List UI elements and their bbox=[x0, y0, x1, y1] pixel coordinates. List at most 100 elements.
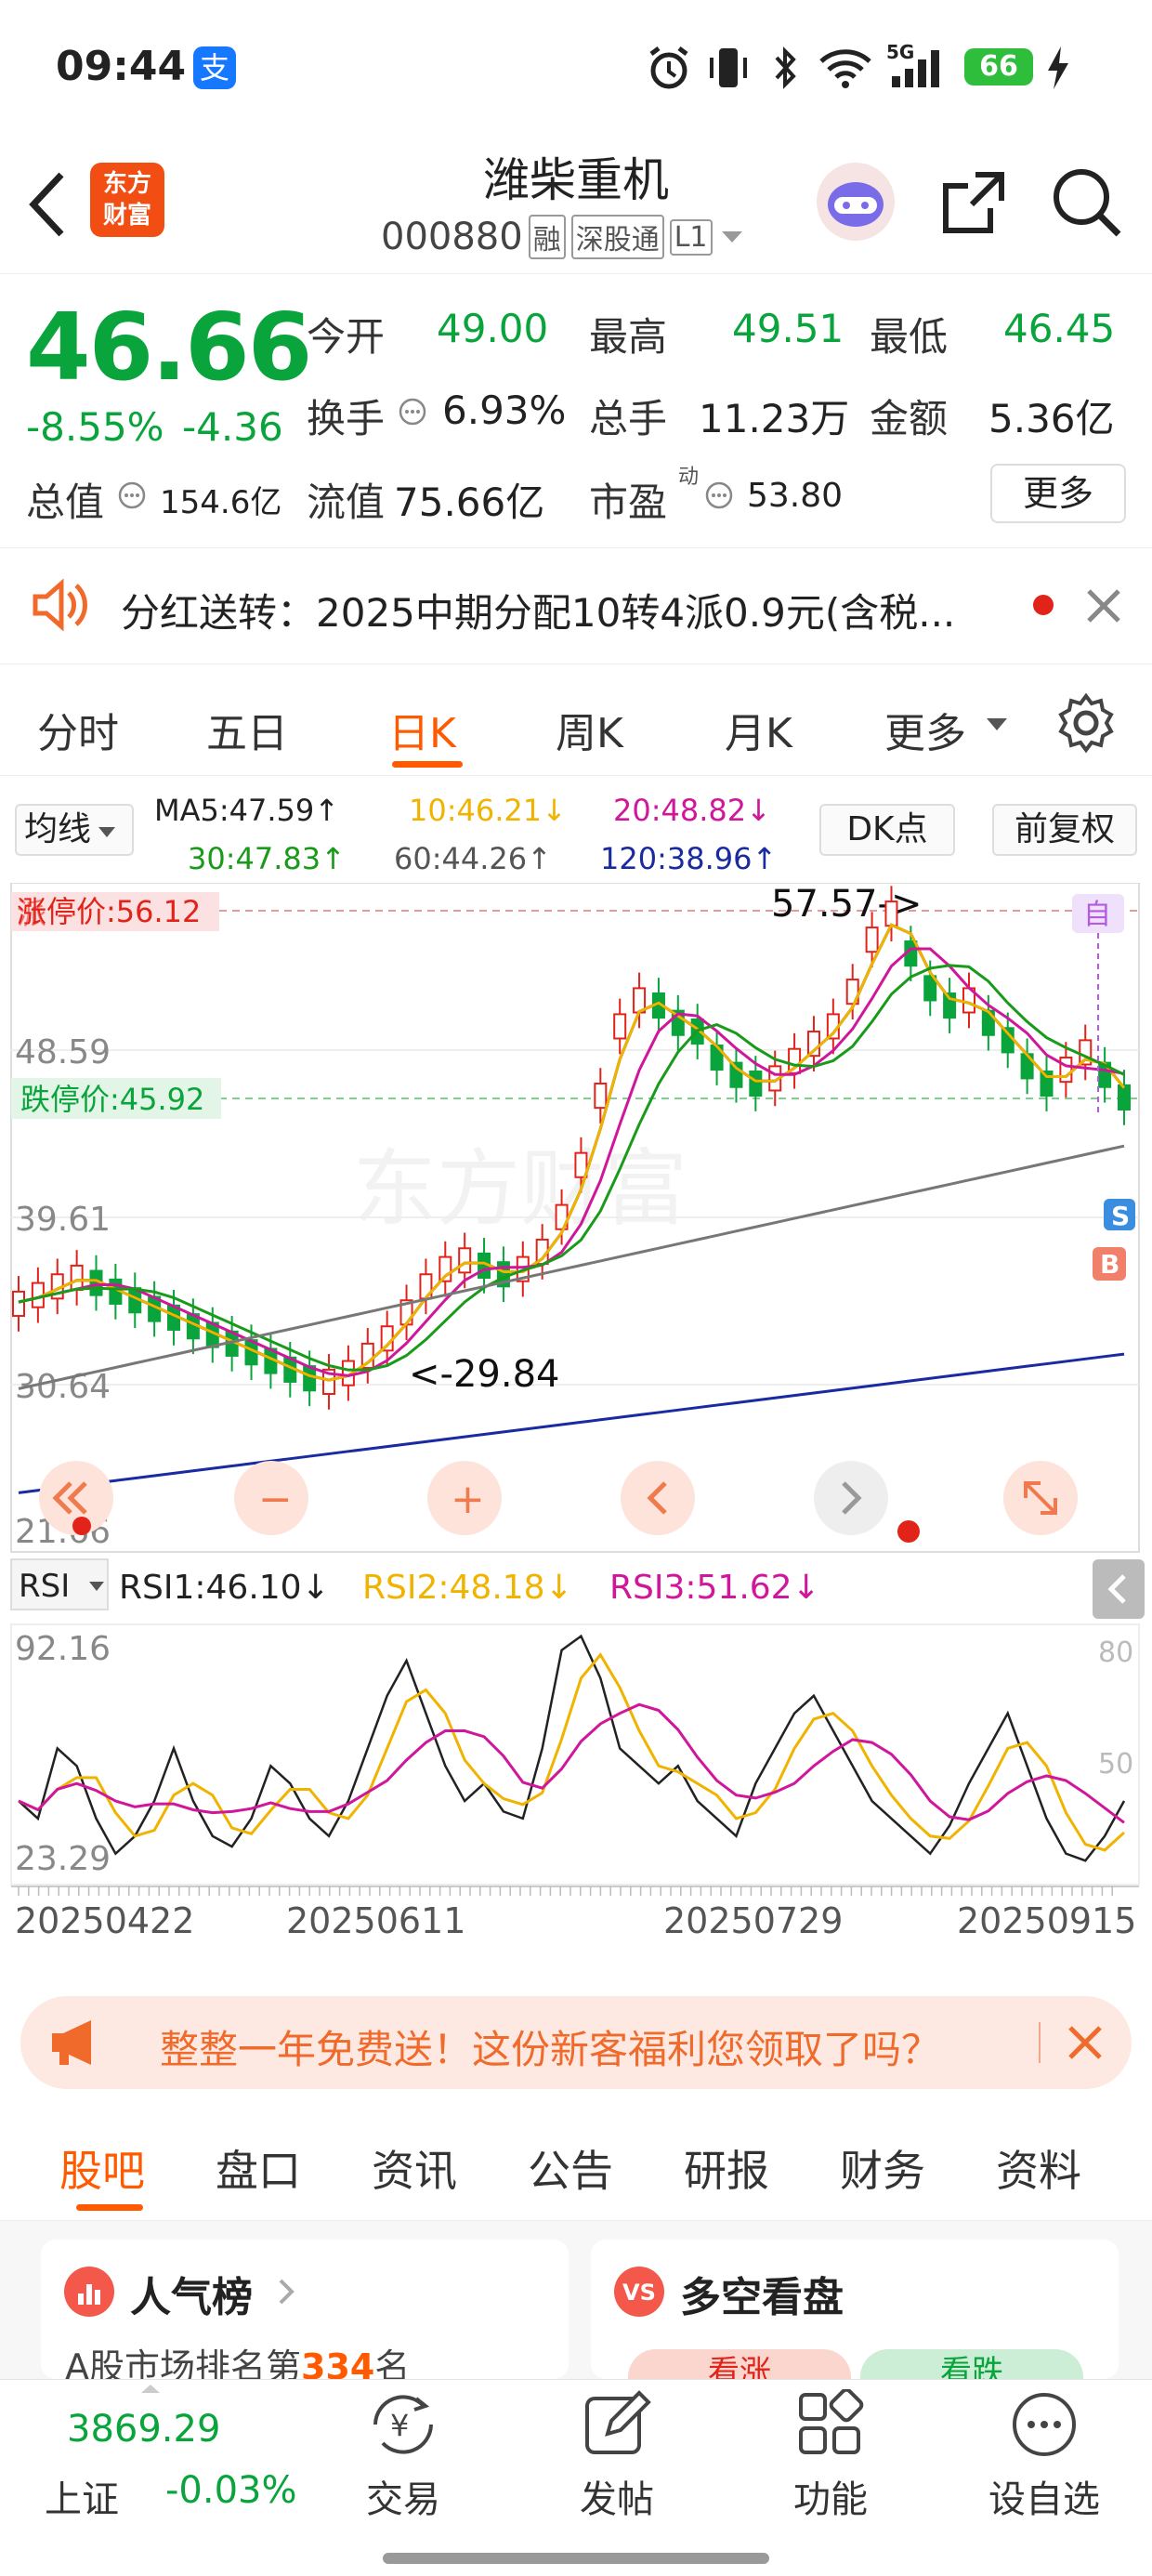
status-bar: 09:44 支 5G 66 bbox=[0, 0, 1152, 139]
section-tab-guba[interactable]: 股吧 bbox=[59, 2137, 145, 2199]
dropdown-icon bbox=[987, 718, 1007, 730]
index-change: -0.03% bbox=[165, 2469, 297, 2512]
logo-line-1: 东方 bbox=[102, 170, 151, 198]
sell-tag[interactable]: S bbox=[1111, 1201, 1130, 1231]
nav-add-watchlist[interactable]: 设自选 bbox=[979, 2389, 1109, 2523]
section-tab-pankou[interactable]: 盘口 bbox=[216, 2137, 301, 2199]
close-icon[interactable] bbox=[1067, 2024, 1104, 2061]
level-tag: L1 bbox=[669, 218, 713, 256]
scroll-left-button[interactable] bbox=[621, 1461, 695, 1535]
kline-chart[interactable]: 东方财富 涨停价:56.12 派 跌停价:45.92 48.59 39.61 3… bbox=[0, 883, 1152, 1975]
unread-dot bbox=[1033, 595, 1054, 615]
index-value: 3869.29 bbox=[67, 2408, 221, 2451]
amount-label: 金额 bbox=[870, 396, 949, 441]
dropdown-icon bbox=[721, 231, 742, 243]
popularity-sub: A股市场排名第 bbox=[65, 2346, 301, 2379]
tab-monthly-k[interactable]: 月K bbox=[725, 700, 792, 759]
popularity-title: 人气榜 bbox=[130, 2274, 253, 2321]
dk-point-button[interactable]: DK点 bbox=[819, 804, 955, 856]
section-tab-profile[interactable]: 资料 bbox=[996, 2137, 1081, 2199]
ma-selector[interactable]: 均线 bbox=[15, 804, 134, 856]
self-tag[interactable]: 自 bbox=[1083, 899, 1111, 931]
back-icon[interactable] bbox=[24, 167, 71, 242]
tab-more[interactable]: 更多 bbox=[884, 700, 966, 759]
bottom-nav: 3869.29 上证 -0.03% ¥ 交易 发帖 功能 设自选 bbox=[0, 2379, 1152, 2576]
event-marker[interactable] bbox=[897, 1520, 920, 1543]
dividend-label: 派 bbox=[17, 896, 46, 931]
tab-daily-k[interactable]: 日K bbox=[388, 700, 456, 759]
candle-body bbox=[865, 927, 879, 953]
pe-value: 53.80 bbox=[747, 477, 844, 515]
section-tab-research[interactable]: 研报 bbox=[684, 2137, 769, 2199]
nav-functions[interactable]: 功能 bbox=[766, 2387, 896, 2523]
x-date-3: 20250729 bbox=[663, 1900, 843, 1941]
svg-text:VS: VS bbox=[622, 2280, 656, 2306]
robot-avatar-icon[interactable] bbox=[814, 160, 897, 243]
home-indicator bbox=[383, 2553, 769, 2564]
event-marker[interactable] bbox=[72, 1517, 91, 1535]
info-icon[interactable] bbox=[704, 480, 734, 510]
dividend-notice[interactable]: 分红送转：2025中期分配10转4派0.9元(含税... bbox=[0, 548, 1152, 664]
open-value: 49.00 bbox=[437, 306, 549, 351]
ma60-value: 60:44.26↑ bbox=[394, 841, 552, 876]
more-button[interactable]: 更多 bbox=[990, 464, 1126, 523]
candle-body bbox=[12, 1290, 25, 1318]
nav-post-label: 发帖 bbox=[580, 2478, 654, 2521]
volume-label: 总手 bbox=[589, 396, 668, 441]
connect-tag: 深股通 bbox=[570, 215, 664, 259]
share-icon[interactable] bbox=[938, 167, 1009, 238]
fullscreen-button[interactable] bbox=[1003, 1461, 1078, 1535]
active-tab-indicator bbox=[392, 761, 463, 768]
zoom-in-button[interactable]: + bbox=[427, 1461, 502, 1535]
feature-cards: 人气榜 A股市场排名第334名 VS 多空看盘 看涨 看跌 bbox=[0, 2221, 1152, 2379]
turnover-label: 换手 bbox=[307, 396, 386, 441]
section-tab-news[interactable]: 资讯 bbox=[372, 2137, 457, 2199]
info-icon[interactable] bbox=[117, 480, 147, 510]
limit-down-label: 跌停价:45.92 bbox=[20, 1082, 204, 1117]
index-name: 上证 bbox=[45, 2478, 119, 2521]
candle-body bbox=[884, 900, 898, 927]
zoom-out-button[interactable]: − bbox=[234, 1461, 308, 1535]
candle-body bbox=[70, 1264, 84, 1292]
low-label: 最低 bbox=[870, 314, 949, 360]
settings-icon[interactable] bbox=[1055, 692, 1117, 754]
open-label: 今开 bbox=[307, 314, 386, 360]
promo-banner[interactable]: 整整一年免费送！这份新客福利您领取了吗？ bbox=[20, 1996, 1132, 2089]
index-ticker[interactable]: 3869.29 上证 -0.03% bbox=[0, 2380, 297, 2529]
rsi2-value: RSI2:48.18↓ bbox=[362, 1569, 573, 1607]
section-tab-finance[interactable]: 财务 bbox=[840, 2137, 925, 2199]
signal-icon bbox=[892, 50, 939, 87]
tab-weekly-k[interactable]: 周K bbox=[556, 700, 623, 759]
rsi-collapse-button[interactable] bbox=[1093, 1559, 1145, 1619]
max-price-label: 57.57-> bbox=[771, 883, 922, 926]
scroll-right-button[interactable] bbox=[814, 1461, 888, 1535]
tab-intraday[interactable]: 分时 bbox=[37, 700, 119, 759]
eastmoney-logo[interactable]: 东方 财富 bbox=[90, 163, 164, 237]
buy-tag[interactable]: B bbox=[1100, 1249, 1119, 1280]
info-icon[interactable] bbox=[398, 397, 427, 427]
bull-bear-card[interactable]: VS 多空看盘 看涨 看跌 bbox=[591, 2240, 1119, 2379]
popularity-card[interactable]: 人气榜 A股市场排名第334名 bbox=[41, 2240, 569, 2379]
popularity-rank-text: A股市场排名第334名 bbox=[65, 2338, 410, 2379]
mktcap-value: 154.6亿 bbox=[160, 484, 282, 521]
bull-button[interactable]: 看涨 bbox=[628, 2349, 851, 2379]
section-tab-announcements[interactable]: 公告 bbox=[528, 2137, 613, 2199]
tab-five-day[interactable]: 五日 bbox=[206, 700, 288, 759]
chevron-right-icon bbox=[279, 2279, 295, 2305]
high-label: 最高 bbox=[589, 314, 668, 360]
close-icon[interactable] bbox=[1083, 585, 1124, 626]
nav-trade[interactable]: ¥ 交易 bbox=[338, 2389, 468, 2523]
bear-button[interactable]: 看跌 bbox=[860, 2349, 1083, 2379]
alipay-icon: 支 bbox=[193, 46, 236, 89]
adjust-button[interactable]: 前复权 bbox=[992, 804, 1137, 856]
mktcap-label: 总值 bbox=[26, 480, 105, 525]
ma30-value: 30:47.83↑ bbox=[188, 841, 346, 876]
stock-code-row[interactable]: 000880 融 深股通 L1 bbox=[381, 214, 746, 260]
divider bbox=[1039, 2022, 1041, 2063]
search-icon[interactable] bbox=[1050, 165, 1124, 240]
nav-trade-label: 交易 bbox=[366, 2478, 440, 2521]
ma-selector-label: 均线 bbox=[24, 810, 92, 848]
nav-post[interactable]: 发帖 bbox=[552, 2389, 682, 2523]
battery-level: 66 bbox=[964, 48, 1033, 85]
margin-tag: 融 bbox=[528, 215, 566, 259]
